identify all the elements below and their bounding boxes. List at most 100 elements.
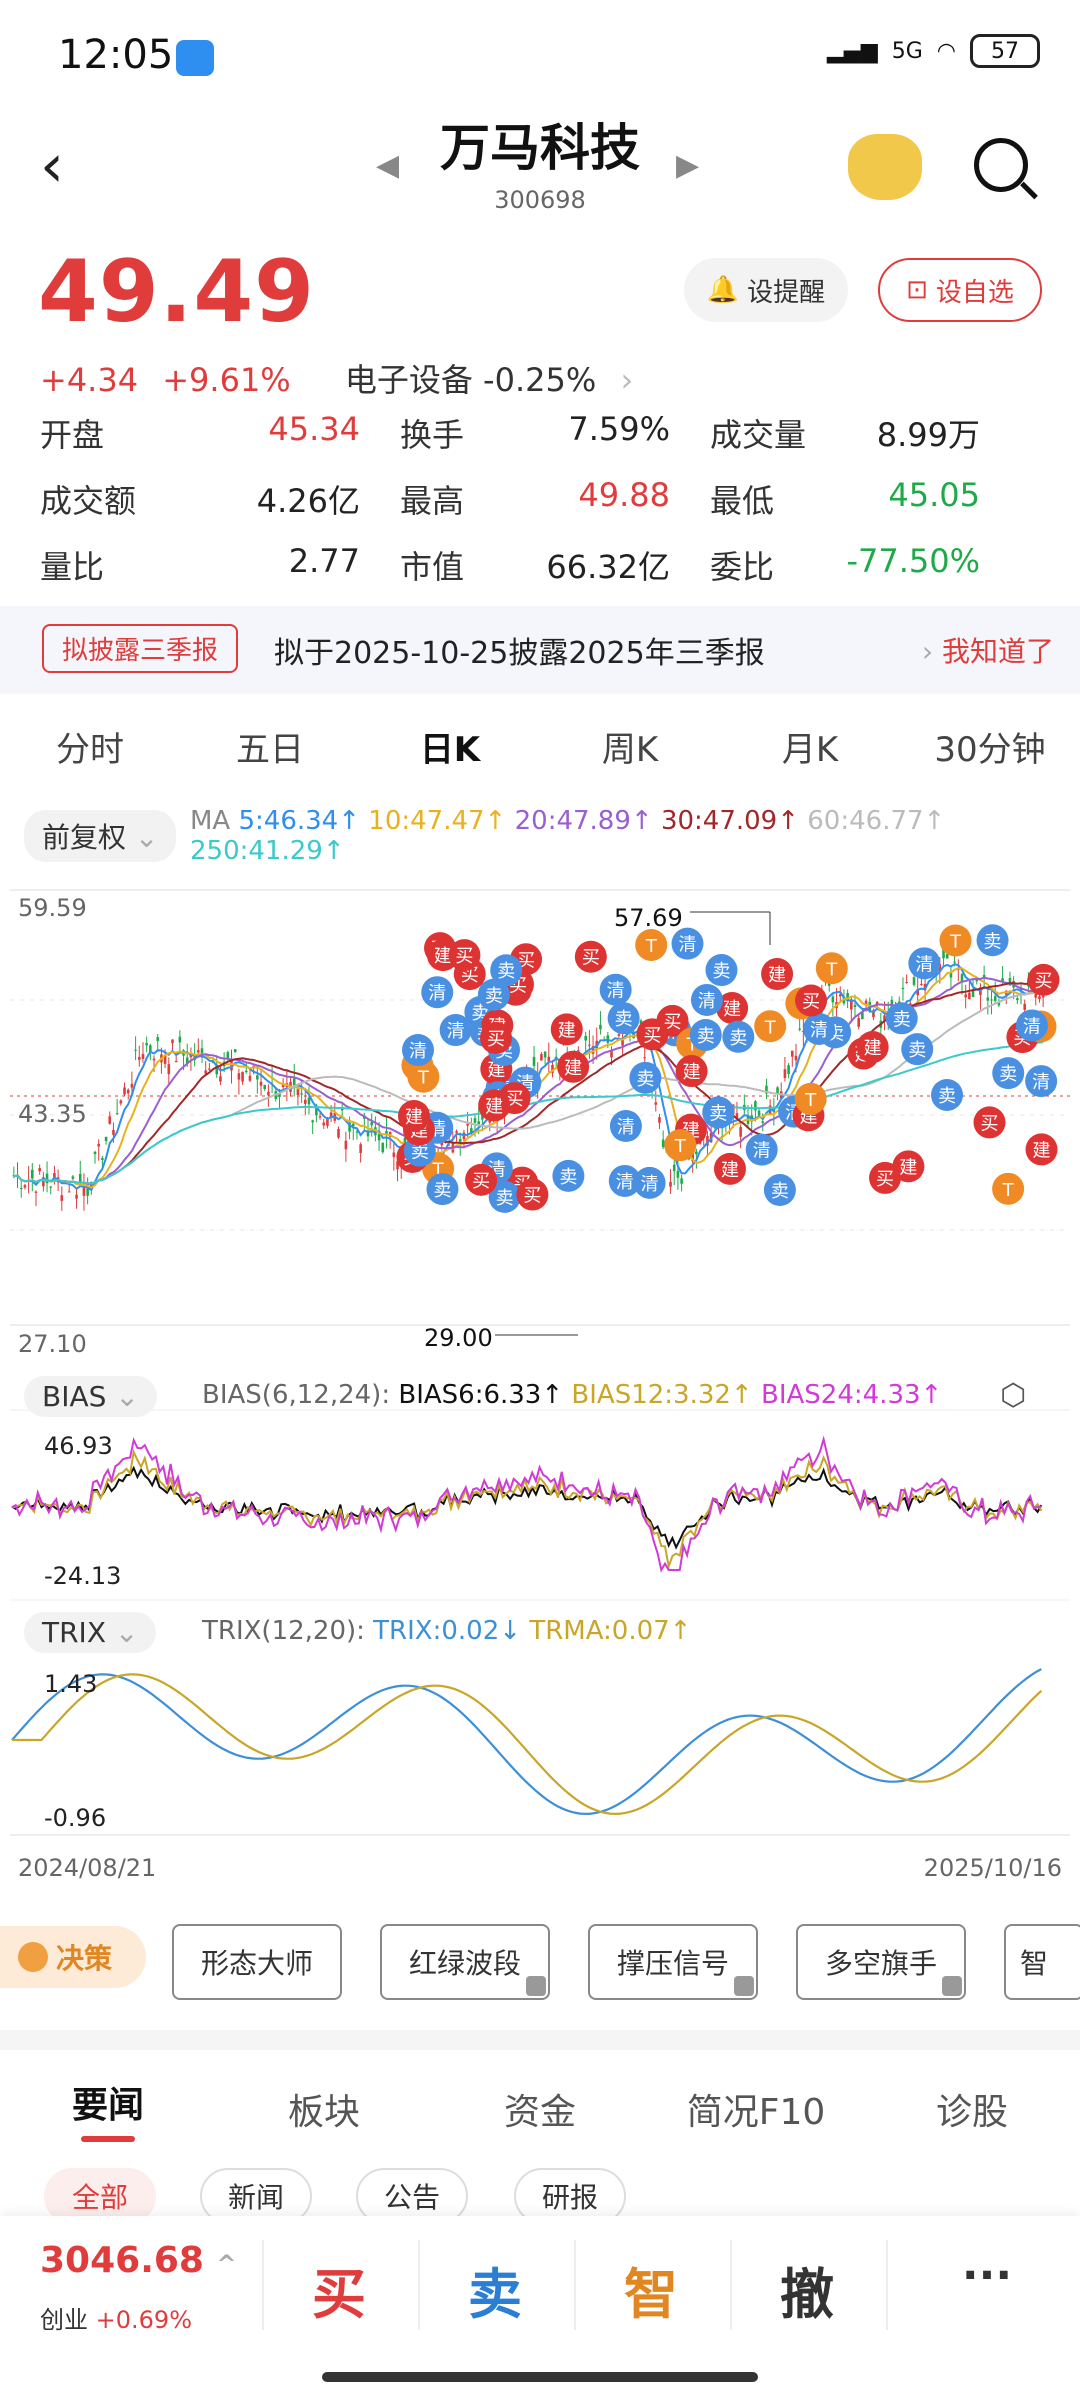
sector-link[interactable]: 电子设备 -0.25% › — [345, 361, 647, 399]
ma10-value: 10:47.47↑ — [368, 806, 507, 836]
set-alert-button[interactable]: 🔔 设提醒 — [684, 258, 848, 322]
candle-body — [86, 1188, 89, 1196]
trix-dropdown[interactable]: TRIX ⌄ — [24, 1612, 157, 1653]
marker-icon: 建 — [398, 1100, 430, 1132]
y-axis-top: 59.59 — [18, 894, 87, 922]
trix-params: TRIX(12,20): — [202, 1616, 365, 1646]
marker-label: 买 — [643, 1025, 661, 1046]
trix-legend: TRIX(12,20): TRIX:0.02↓ TRMA:0.07↑ — [202, 1616, 691, 1646]
news-tab-1[interactable]: 板块 — [216, 2083, 432, 2135]
tool-button-4[interactable]: 智 — [1004, 1924, 1080, 2000]
candle-body — [115, 1113, 119, 1115]
tab-period-1[interactable]: 五日 — [180, 722, 360, 771]
candle-body — [532, 1056, 536, 1066]
news-tab-0[interactable]: 要闻 — [0, 2076, 216, 2142]
stat-value: 45.05 — [888, 476, 980, 514]
marker-trade-icon: 清 — [690, 983, 723, 1016]
candle-body — [93, 1151, 97, 1155]
candle-body — [71, 1176, 75, 1179]
divider — [886, 2240, 888, 2330]
settings-icon[interactable]: ⬡ — [1000, 1378, 1026, 1413]
cancel-order-button[interactable]: 撤 — [732, 2250, 882, 2329]
bias-lines — [11, 1435, 1043, 1573]
candle-body — [547, 1056, 551, 1061]
candle-body — [141, 1053, 145, 1059]
marker-label: 卖 — [712, 961, 730, 982]
price-change: +4.34 — [40, 361, 139, 399]
search-icon[interactable] — [974, 138, 1028, 192]
marker-label: 建 — [564, 1058, 582, 1079]
marker-label: 卖 — [497, 961, 515, 982]
tab-period-3[interactable]: 周K — [540, 722, 720, 771]
candle-body — [267, 1091, 270, 1096]
ma30-value: 30:47.09↑ — [660, 806, 799, 836]
index-name: 创业 — [40, 2306, 88, 2334]
candle-body — [540, 1054, 543, 1061]
candle-body — [901, 987, 905, 990]
marker-label: 清 — [678, 935, 696, 956]
tool-button-2[interactable]: 撑压信号 — [588, 1924, 758, 2000]
marker-label: T — [825, 959, 838, 980]
marker-trade-icon: 卖 — [702, 1096, 735, 1129]
candle-body — [599, 1024, 602, 1030]
marker-label: 清 — [810, 1020, 828, 1041]
marker-label: 买 — [981, 1113, 999, 1134]
tool-button-0[interactable]: 形态大师 — [172, 1924, 342, 2000]
tool-button-3[interactable]: 多空旗手 — [796, 1924, 966, 2000]
sell-button[interactable]: 卖 — [420, 2250, 570, 2329]
candle-body — [296, 1089, 300, 1095]
news-tab-label: 板块 — [287, 2092, 360, 2133]
stat-value: 66.32亿 — [546, 548, 670, 586]
set-alert-label: 设提醒 — [747, 277, 826, 308]
status-icons: ▂▄▆ 5G ◠ 57 — [827, 34, 1040, 68]
bias-line-2 — [11, 1435, 1042, 1573]
price-change-pct: +9.61% — [162, 361, 291, 399]
marker-label: 卖 — [771, 1181, 789, 1202]
news-tab-2[interactable]: 资金 — [432, 2083, 648, 2135]
marker-label: 清 — [641, 1174, 659, 1195]
add-watchlist-button[interactable]: ⊡ 设自选 — [878, 258, 1042, 322]
news-tab-3[interactable]: 简况F10 — [648, 2083, 864, 2135]
notice-dismiss-button[interactable]: › 我知道了 — [922, 630, 1054, 670]
candle-body — [953, 961, 956, 963]
candle-body — [134, 1049, 137, 1051]
marker-label: 清 — [616, 1172, 634, 1193]
tab-period-0[interactable]: 分时 — [0, 722, 180, 771]
bias-dropdown[interactable]: BIAS ⌄ — [24, 1376, 157, 1417]
marker-label: 清 — [607, 981, 625, 1002]
candle-body — [241, 1071, 244, 1082]
marker-label: T — [417, 1068, 430, 1089]
bias-params: BIAS(6,12,24): — [202, 1380, 391, 1410]
marker-label: 清 — [617, 1117, 635, 1138]
smart-button[interactable]: 智 — [576, 2250, 726, 2329]
marker-trade-icon: 卖 — [722, 1020, 755, 1053]
marker-label: 清 — [915, 954, 933, 975]
chevron-down-icon: ⌄ — [115, 1380, 139, 1413]
adjust-dropdown[interactable]: 前复权 ⌄ — [24, 810, 177, 862]
marker-label: T — [674, 1136, 687, 1157]
candle-body — [776, 1087, 779, 1094]
marker-trade-icon: 建 — [478, 1089, 511, 1122]
trix-value: TRIX:0.02↓ — [373, 1616, 522, 1646]
period-tabs: 分时 五日 日K 周K 月K 30分钟 — [0, 700, 1080, 792]
tab-period-2[interactable]: 日K — [360, 722, 540, 771]
candle-body — [244, 1070, 248, 1073]
marker-label: 卖 — [697, 1026, 715, 1047]
index-value[interactable]: 3046.68 ^ — [40, 2240, 237, 2281]
tab-period-4[interactable]: 月K — [720, 722, 900, 771]
assistant-mascot-icon[interactable] — [848, 134, 922, 200]
candle-body — [964, 994, 967, 998]
marker-label: T — [949, 931, 962, 952]
tab-period-5[interactable]: 30分钟 — [900, 722, 1080, 771]
next-stock-icon[interactable]: ▶ — [676, 148, 699, 183]
news-tab-4[interactable]: 诊股 — [864, 2083, 1080, 2135]
candle-body — [60, 1195, 64, 1201]
buy-button[interactable]: 买 — [264, 2250, 414, 2329]
candle-body — [968, 992, 971, 1000]
decision-button[interactable]: 决策 — [0, 1926, 146, 1988]
tool-button-1[interactable]: 红绿波段 — [380, 1924, 550, 2000]
candle-body — [119, 1100, 123, 1104]
more-button[interactable]: ··· — [912, 2250, 1062, 2301]
